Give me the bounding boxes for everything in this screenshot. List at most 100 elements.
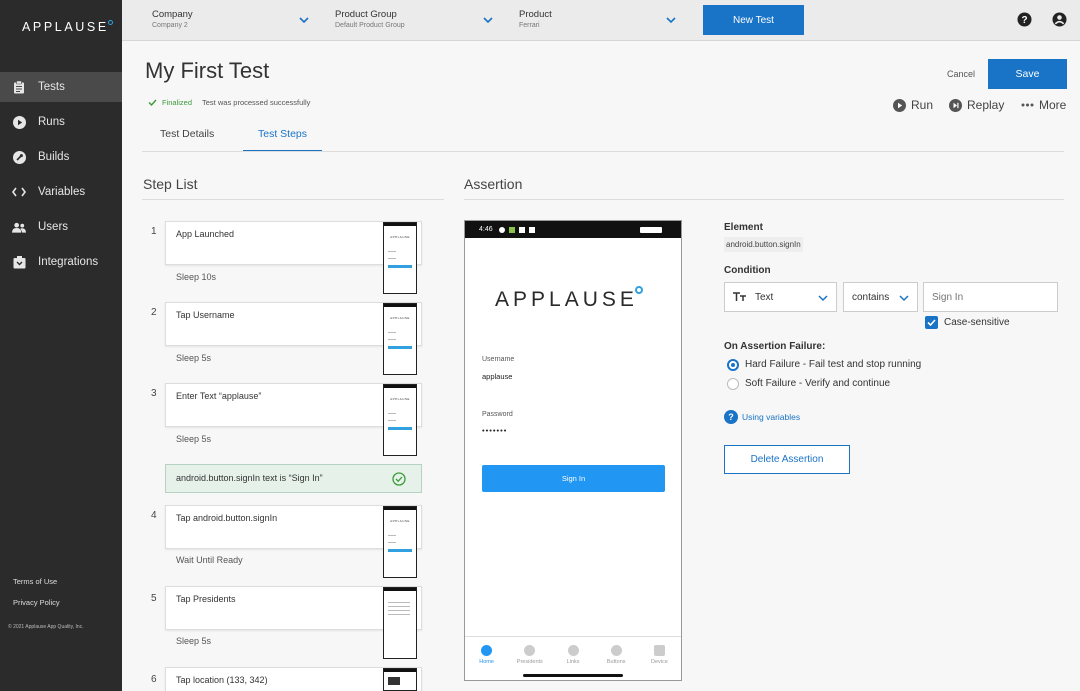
tab-test-details[interactable]: Test Details: [160, 128, 214, 152]
sidebar-item-label: Integrations: [38, 256, 99, 268]
case-sensitive-checkbox[interactable]: [925, 316, 938, 329]
check-circle-icon: [392, 472, 406, 486]
cancel-button[interactable]: Cancel: [947, 69, 975, 79]
wrench-icon: [12, 150, 26, 164]
step-list-heading: Step List: [143, 176, 198, 192]
step-wait: Wait Until Ready: [176, 555, 243, 565]
link-icon: [567, 644, 579, 656]
copyright: © 2021 Applause App Quality, Inc.: [8, 624, 84, 630]
phone-nav-presidents: Presidents: [508, 637, 551, 672]
more-button[interactable]: More: [1021, 98, 1066, 112]
password-value: •••••••: [482, 426, 508, 435]
soft-failure-label: Soft Failure - Verify and continue: [745, 378, 891, 389]
chevron-down-icon[interactable]: [665, 14, 677, 26]
android-icon: [518, 226, 525, 233]
run-button[interactable]: Run: [893, 98, 933, 112]
play-circle-icon: [12, 115, 26, 129]
check-icon: [927, 319, 936, 326]
phone-bottom-nav: Home Presidents Links Buttons Device: [465, 636, 681, 672]
condition-label: Condition: [724, 265, 771, 276]
radio-button-icon: [610, 644, 622, 656]
condition-operator-select[interactable]: contains: [843, 282, 918, 312]
step-screenshot-thumbnail[interactable]: APPLAUSE: [383, 222, 417, 294]
sidebar-item-runs[interactable]: Runs: [0, 107, 122, 137]
sidebar-item-users[interactable]: Users: [0, 212, 122, 242]
sidebar-item-builds[interactable]: Builds: [0, 142, 122, 172]
new-test-button[interactable]: New Test: [703, 5, 804, 35]
plug-icon: [12, 255, 26, 269]
hard-failure-radio[interactable]: [727, 359, 739, 371]
password-label: Password: [482, 411, 513, 418]
replay-button[interactable]: Replay: [949, 98, 1004, 112]
battery-icon: [639, 226, 662, 233]
tab-test-steps[interactable]: Test Steps: [243, 128, 322, 152]
users-icon: [12, 220, 26, 234]
case-sensitive-label: Case-sensitive: [944, 317, 1010, 328]
phone-nav-device: Device: [638, 637, 681, 672]
help-icon[interactable]: ?: [724, 410, 738, 424]
chevron-down-icon: [899, 295, 909, 302]
notification-icon: [498, 226, 505, 233]
element-label: Element: [724, 222, 763, 233]
assertion-step-card[interactable]: android.button.signIn text is “Sign In”: [165, 464, 422, 493]
chevron-down-icon: [818, 295, 828, 302]
step-screenshot-thumbnail[interactable]: [383, 587, 417, 659]
replay-icon: [949, 98, 962, 112]
sidebar-item-label: Runs: [38, 116, 65, 128]
help-icon[interactable]: ?: [1017, 12, 1032, 27]
sidebar-item-tests[interactable]: Tests: [0, 72, 122, 102]
step-number: 2: [151, 307, 157, 318]
terms-link[interactable]: Terms of Use: [13, 577, 57, 586]
tab-divider: [142, 151, 1064, 152]
step-screenshot-thumbnail[interactable]: APPLAUSE: [383, 303, 417, 375]
failure-label: On Assertion Failure:: [724, 341, 826, 352]
status-badge: Finalized: [162, 98, 193, 107]
phone-app-logo: APPLAUSE: [495, 286, 646, 312]
step-screenshot-thumbnail[interactable]: APPLAUSE: [383, 506, 417, 578]
sidebar-item-variables[interactable]: Variables: [0, 177, 122, 207]
sidebar-item-label: Tests: [38, 81, 65, 93]
chevron-down-icon[interactable]: [482, 14, 494, 26]
step-screenshot-thumbnail[interactable]: APPLAUSE: [383, 384, 417, 456]
phone-nav-buttons: Buttons: [595, 637, 638, 672]
phone-status-bar: 4:46: [465, 221, 681, 238]
info-icon: [481, 644, 493, 656]
app-logo[interactable]: APPLAUSE: [22, 20, 114, 34]
phone-nav-home: Home: [465, 637, 508, 672]
product-group-selector[interactable]: Product Group Default Product Group: [335, 9, 405, 29]
using-variables-link[interactable]: Using variables: [742, 412, 800, 422]
step-wait: Sleep 5s: [176, 434, 212, 444]
condition-value-input[interactable]: [923, 282, 1058, 312]
condition-type-select[interactable]: Text: [724, 282, 837, 312]
soft-failure-radio[interactable]: [727, 378, 739, 390]
account-icon[interactable]: [1052, 12, 1067, 27]
phone-gesture-bar: [465, 672, 681, 680]
divider: [142, 199, 444, 200]
sidebar-item-label: Variables: [38, 186, 86, 198]
chevron-down-icon[interactable]: [298, 14, 310, 26]
step-wait: Sleep 10s: [176, 272, 217, 282]
username-value: applause: [482, 372, 513, 381]
company-selector[interactable]: Company Company 2: [152, 9, 193, 29]
delete-assertion-button[interactable]: Delete Assertion: [724, 445, 850, 474]
save-button[interactable]: Save: [988, 59, 1067, 89]
code-icon: [12, 185, 26, 199]
person-icon: [524, 644, 536, 656]
step-number: 5: [151, 593, 157, 604]
phone-sign-in-button: Sign In: [482, 465, 665, 492]
top-bar: Company Company 2 Product Group Default …: [122, 0, 1080, 41]
product-selector[interactable]: Product Ferrari: [519, 9, 552, 29]
step-wait: Sleep 5s: [176, 636, 212, 646]
step-screenshot-thumbnail[interactable]: [383, 668, 417, 691]
status-message: Test was processed successfully: [202, 98, 311, 107]
privacy-link[interactable]: Privacy Policy: [13, 598, 60, 607]
divider: [464, 199, 1064, 200]
sidebar: APPLAUSE Tests Runs Builds Variables Use…: [0, 0, 122, 691]
phone-nav-links: Links: [551, 637, 594, 672]
device-screenshot: 4:46 APPLAUSE Username applause Password…: [464, 220, 682, 681]
ellipsis-icon: [1021, 103, 1034, 107]
page-title: My First Test: [145, 58, 270, 83]
hard-failure-label: Hard Failure - Fail test and stop runnin…: [745, 359, 922, 370]
status-row: Finalized Test was processed successfull…: [148, 98, 310, 107]
sidebar-item-integrations[interactable]: Integrations: [0, 247, 122, 277]
